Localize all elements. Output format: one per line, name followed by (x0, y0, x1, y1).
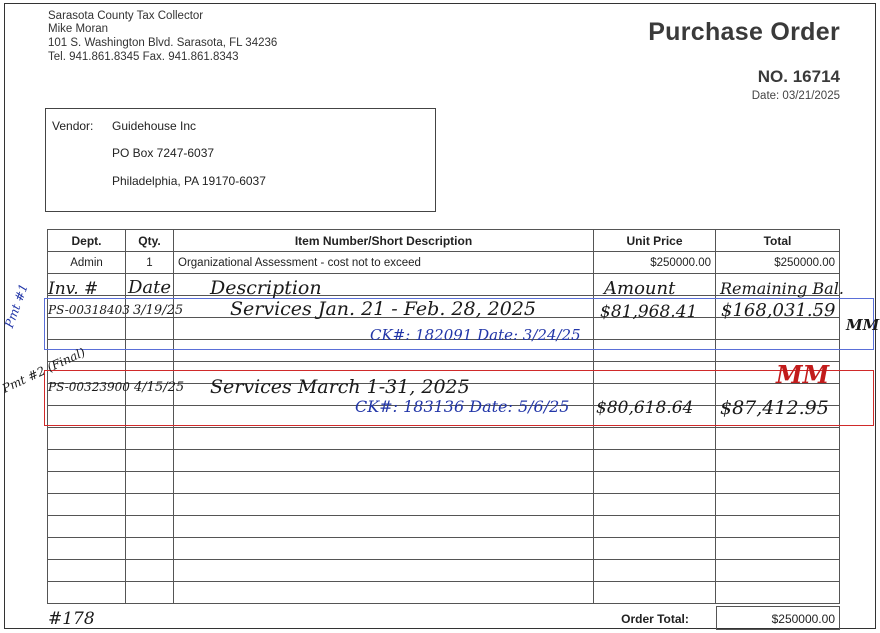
table-row (47, 427, 840, 450)
header-description: Item Number/Short Description (173, 229, 594, 252)
hw-payment-1-initials: MM (846, 316, 880, 334)
hw-payment-2-date: 4/15/25 (134, 380, 185, 395)
row-total: $250000.00 (715, 251, 840, 274)
hw-header-invoice: Inv. # (48, 279, 99, 299)
table-row (47, 493, 840, 516)
table-row (47, 537, 840, 560)
hw-footer-note: #178 (48, 609, 95, 629)
hw-header-date: Date (128, 277, 172, 298)
header-unit-price: Unit Price (593, 229, 716, 252)
table-row (47, 471, 840, 494)
hw-payment-2-description: Services March 1-31, 2025 (210, 376, 470, 398)
vendor-label: Vendor: (52, 119, 94, 133)
hw-payment-1-amount: $81,968.41 (600, 302, 698, 322)
hw-payment-2-invoice: PS-00323900 (48, 380, 130, 394)
header-total: Total (715, 229, 840, 252)
hw-payment-2-amount: $80,618.64 (596, 398, 694, 418)
row-dept: Admin (47, 251, 126, 274)
table-header-row: Dept. Qty. Item Number/Short Description… (47, 229, 840, 252)
hw-header-remaining: Remaining Bal. (720, 279, 844, 298)
hw-payment-1-check: CK#: 182091 Date: 3/24/25 (370, 326, 581, 344)
hw-payment-2-check: CK#: 183136 Date: 5/6/25 (355, 397, 570, 416)
hw-header-amount: Amount (604, 278, 676, 299)
document-title: Purchase Order (648, 18, 840, 46)
hw-header-description: Description (210, 277, 322, 299)
hw-payment-1-remaining: $168,031.59 (721, 300, 836, 321)
row-qty: 1 (125, 251, 174, 274)
table-row (47, 515, 840, 538)
table-row (47, 581, 840, 604)
issuer-person: Mike Moran (48, 23, 109, 35)
table-row: Admin 1 Organizational Assessment - cost… (47, 251, 840, 274)
po-date: Date: 03/21/2025 (751, 90, 840, 102)
issuer-address: 101 S. Washington Blvd. Sarasota, FL 342… (48, 37, 278, 49)
table-row (47, 449, 840, 472)
order-total-label: Order Total: (621, 612, 689, 626)
order-total-value: $250000.00 (771, 612, 835, 626)
hw-payment-2-initials: MM (776, 360, 830, 389)
issuer-name: Sarasota County Tax Collector (48, 10, 204, 22)
issuer-phone: Tel. 941.861.8345 Fax. 941.861.8343 (48, 51, 239, 63)
row-description: Organizational Assessment - cost not to … (173, 251, 594, 274)
hw-payment-1-description: Services Jan. 21 - Feb. 28, 2025 (230, 298, 537, 320)
vendor-box (45, 108, 436, 212)
vendor-name: Guidehouse Inc (112, 119, 197, 133)
po-number: NO. 16714 (757, 67, 840, 86)
hw-payment-1-date: 3/19/25 (133, 303, 184, 318)
header-dept: Dept. (47, 229, 126, 252)
vendor-address-line1: PO Box 7247-6037 (112, 146, 215, 160)
header-qty: Qty. (125, 229, 174, 252)
vendor-address-line2: Philadelphia, PA 19170-6037 (112, 174, 266, 188)
hw-payment-2-remaining: $87,412.95 (720, 397, 829, 419)
table-row (47, 559, 840, 582)
row-unit-price: $250000.00 (593, 251, 716, 274)
hw-payment-1-invoice: PS-00318403 (48, 303, 130, 317)
